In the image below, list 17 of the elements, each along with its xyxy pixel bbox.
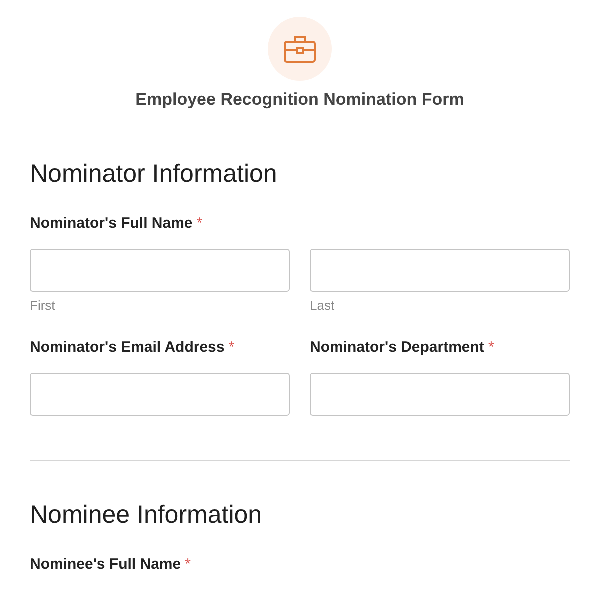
input-field[interactable] (310, 373, 570, 416)
section-heading: Nominator Information (30, 160, 278, 189)
field-label: Nominator's Email Address (30, 339, 225, 356)
input-field[interactable] (310, 249, 570, 292)
field-label: Nominee's Full Name (30, 556, 182, 573)
sublabel: Last (310, 298, 335, 313)
form-title: Employee Recognition Nomination Form (136, 90, 464, 110)
required-mark: * (228, 339, 235, 356)
section-heading: Nominee Information (30, 501, 264, 530)
sublabel: First (30, 298, 56, 313)
input-field[interactable] (30, 249, 290, 292)
input-field[interactable] (30, 373, 290, 416)
required-mark: * (185, 556, 191, 573)
field-label: Nominator's Full Name (30, 215, 193, 232)
required-mark: * (196, 215, 203, 232)
required-mark: * (488, 339, 494, 356)
field-label: Nominator's Department (310, 339, 484, 356)
